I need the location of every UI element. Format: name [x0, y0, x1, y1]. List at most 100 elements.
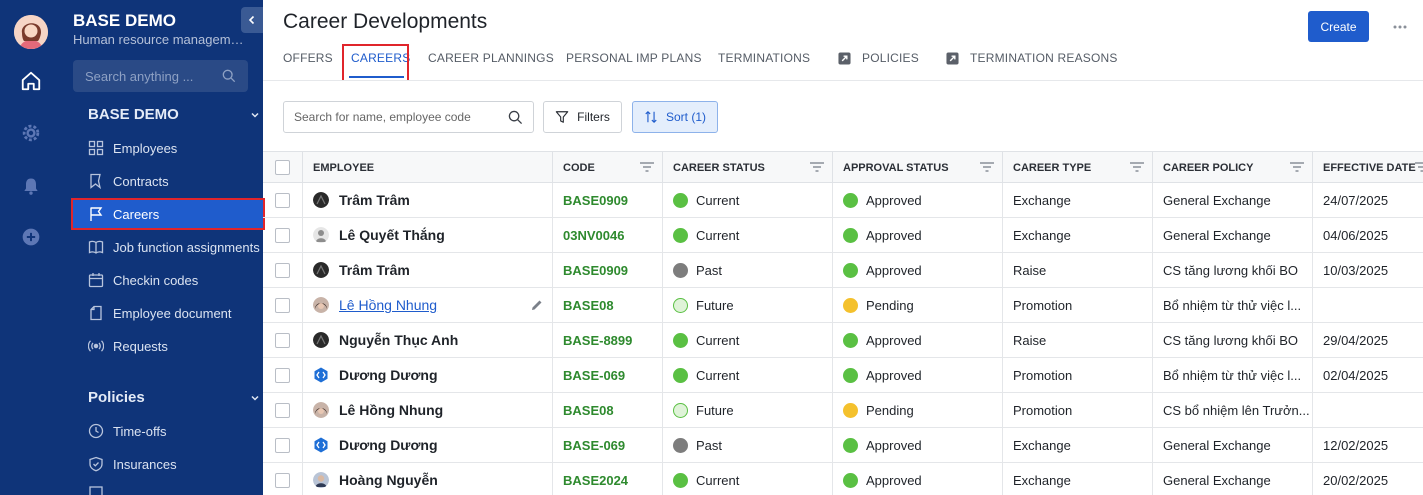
employee-code[interactable]: BASE2024: [563, 473, 628, 488]
sidebar-item-partial[interactable]: [73, 483, 263, 495]
row-checkbox[interactable]: [275, 367, 290, 383]
employee-cell[interactable]: Trâm Trâm: [303, 253, 553, 287]
employee-code[interactable]: BASE08: [563, 298, 614, 313]
employee-code[interactable]: BASE-8899: [563, 333, 632, 348]
status-dot-icon: [843, 367, 858, 383]
row-checkbox[interactable]: [275, 192, 290, 208]
section-policies[interactable]: Policies: [88, 389, 260, 406]
table-row[interactable]: Trâm Trâm BASE0909 Current Approved Exchange…: [263, 183, 1423, 218]
column-filter-icon[interactable]: [640, 162, 654, 172]
column-career-type[interactable]: CAREER TYPE: [1003, 152, 1153, 183]
employee-name[interactable]: Lê Quyết Thắng: [339, 227, 445, 243]
section-base-demo[interactable]: BASE DEMO: [88, 106, 260, 123]
row-checkbox[interactable]: [275, 332, 290, 348]
sort-button[interactable]: Sort (1): [632, 101, 718, 133]
collapse-sidebar-button[interactable]: [241, 7, 263, 33]
employee-code[interactable]: BASE-069: [563, 438, 625, 453]
employee-cell[interactable]: Hoàng Nguyễn: [303, 463, 553, 495]
column-filter-icon[interactable]: [810, 162, 824, 172]
employee-name[interactable]: Nguyễn Thục Anh: [339, 332, 458, 348]
column-effective-date[interactable]: EFFECTIVE DATE: [1313, 152, 1423, 183]
sidebar-item-time-offs[interactable]: Time-offs: [73, 417, 263, 445]
sidebar-item-checkin-codes[interactable]: Checkin codes: [73, 266, 263, 294]
select-all-checkbox[interactable]: [275, 160, 290, 175]
settings-icon[interactable]: [19, 121, 43, 145]
column-career-policy[interactable]: CAREER POLICY: [1153, 152, 1313, 183]
row-checkbox[interactable]: [275, 227, 290, 243]
table-row[interactable]: Dương Dương BASE-069 Past Approved Exchange G…: [263, 428, 1423, 463]
sidebar-item-requests[interactable]: Requests: [73, 332, 263, 360]
column-filter-icon[interactable]: [980, 162, 994, 172]
employee-cell[interactable]: Dương Dương: [303, 428, 553, 462]
career-status: Past: [696, 437, 723, 453]
row-checkbox[interactable]: [275, 437, 290, 453]
home-icon[interactable]: [19, 69, 43, 93]
row-checkbox[interactable]: [275, 262, 290, 278]
plus-circle-icon[interactable]: [19, 225, 43, 249]
search-input[interactable]: Search for name, employee code: [283, 101, 534, 133]
avatar-icon: [313, 262, 329, 278]
employee-code[interactable]: 03NV0046: [563, 228, 624, 243]
column-filter-icon[interactable]: [1130, 162, 1144, 172]
status-dot-icon: [843, 192, 858, 208]
user-avatar[interactable]: [14, 15, 48, 49]
employee-cell[interactable]: Lê Hồng Nhung: [303, 288, 553, 322]
sidebar-search-input[interactable]: Search anything ...: [73, 60, 248, 92]
approval-status-cell: Approved: [833, 463, 1003, 495]
row-checkbox[interactable]: [275, 402, 290, 418]
column-approval-status[interactable]: APPROVAL STATUS: [833, 152, 1003, 183]
employee-name[interactable]: Dương Dương: [339, 367, 438, 383]
sidebar-item-job-function-assignments[interactable]: Job function assignments: [73, 233, 263, 261]
employee-cell[interactable]: Lê Hồng Nhung: [303, 393, 553, 427]
row-checkbox[interactable]: [275, 472, 290, 488]
sidebar-item-insurances[interactable]: Insurances: [73, 450, 263, 478]
employee-cell[interactable]: Lê Quyết Thắng: [303, 218, 553, 252]
employee-name[interactable]: Dương Dương: [339, 437, 438, 453]
employee-name[interactable]: Trâm Trâm: [339, 262, 410, 278]
section-title-label: Policies: [88, 389, 145, 406]
employee-name[interactable]: Hoàng Nguyễn: [339, 472, 438, 488]
tab-career-plannings[interactable]: CAREER PLANNINGS: [428, 51, 554, 65]
sidebar-item-contracts[interactable]: Contracts: [73, 167, 263, 195]
table-row[interactable]: Lê Hồng Nhung BASE08 Future Pending Promotio…: [263, 393, 1423, 428]
table-row[interactable]: Lê Quyết Thắng 03NV0046 Current Approved Exc…: [263, 218, 1423, 253]
employee-code[interactable]: BASE08: [563, 403, 614, 418]
row-checkbox[interactable]: [275, 297, 290, 313]
filters-button[interactable]: Filters: [543, 101, 622, 133]
tab-policies[interactable]: POLICIES: [838, 51, 919, 65]
column-filter-icon[interactable]: [1415, 162, 1423, 172]
table-row[interactable]: Dương Dương BASE-069 Current Approved Promot…: [263, 358, 1423, 393]
table-row[interactable]: Trâm Trâm BASE0909 Past Approved Raise CS tăn…: [263, 253, 1423, 288]
column-employee[interactable]: EMPLOYEE: [303, 152, 553, 183]
document-icon: [88, 305, 104, 321]
column-code[interactable]: CODE: [553, 152, 663, 183]
employee-code[interactable]: BASE-069: [563, 368, 625, 383]
employee-cell[interactable]: Nguyễn Thục Anh: [303, 323, 553, 357]
career-type: Exchange: [1013, 227, 1071, 243]
employee-cell[interactable]: Trâm Trâm: [303, 183, 553, 217]
more-options-icon[interactable]: [1390, 18, 1410, 36]
career-policy: General Exchange: [1163, 437, 1271, 453]
tab-offers[interactable]: OFFERS: [283, 51, 333, 65]
sidebar-item-employees[interactable]: Employees: [73, 134, 263, 162]
sidebar-item-careers[interactable]: Careers: [71, 198, 265, 230]
create-button[interactable]: Create: [1308, 11, 1369, 42]
employee-name[interactable]: Trâm Trâm: [339, 192, 410, 208]
bell-icon[interactable]: [19, 174, 43, 198]
employee-code[interactable]: BASE0909: [563, 263, 628, 278]
employee-name[interactable]: Lê Hồng Nhung: [339, 402, 443, 418]
employee-code[interactable]: BASE0909: [563, 193, 628, 208]
edit-icon[interactable]: [530, 298, 544, 312]
tab-termination-reasons[interactable]: TERMINATION REASONS: [946, 51, 1118, 65]
table-row[interactable]: Hoàng Nguyễn BASE2024 Current Approved Excha…: [263, 463, 1423, 495]
tab-terminations[interactable]: TERMINATIONS: [718, 51, 810, 65]
column-filter-icon[interactable]: [1290, 162, 1304, 172]
sidebar-item-employee-document[interactable]: Employee document: [73, 299, 263, 327]
employee-name[interactable]: Lê Hồng Nhung: [339, 297, 437, 313]
tab-personal-imp-plans[interactable]: PERSONAL IMP PLANS: [566, 51, 702, 65]
employee-cell[interactable]: Dương Dương: [303, 358, 553, 392]
table-row[interactable]: Lê Hồng Nhung BASE08 Future Pending Promotio…: [263, 288, 1423, 323]
sidebar-item-label: Employees: [113, 140, 178, 156]
column-career-status[interactable]: CAREER STATUS: [663, 152, 833, 183]
table-row[interactable]: Nguyễn Thục Anh BASE-8899 Current Approved R…: [263, 323, 1423, 358]
